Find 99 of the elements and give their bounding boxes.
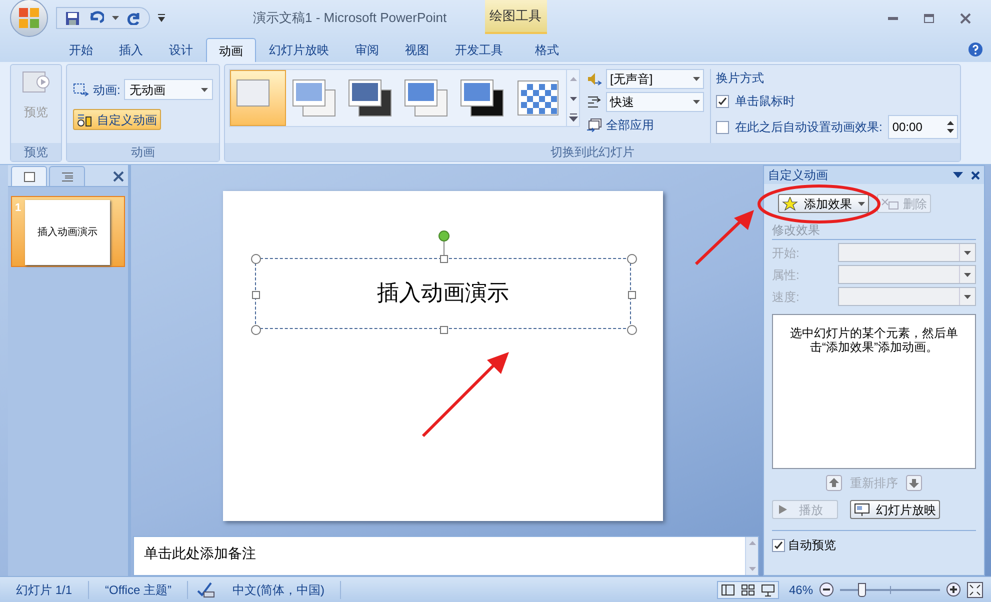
save-icon[interactable] (65, 10, 80, 26)
maximize-icon[interactable] (924, 14, 934, 22)
status-item: 幻灯片 1/1 (0, 580, 90, 598)
apply-all-button[interactable]: 全部应用 (586, 115, 704, 135)
slides-tab[interactable] (11, 166, 47, 186)
ribbon-tab[interactable]: 格式 (522, 38, 572, 62)
ribbon-tab[interactable]: 动画 (206, 38, 256, 62)
slide-show-button[interactable]: 幻灯片放映 (850, 500, 940, 519)
fit-window-icon[interactable] (967, 582, 983, 598)
checkbox-label: 单击鼠标时 (735, 93, 795, 110)
group-label: 动画 (67, 143, 219, 161)
apply-all-icon (586, 118, 602, 132)
animation-label: 动画: (93, 82, 120, 98)
move-up-icon[interactable] (826, 475, 842, 491)
group-label: 预览 (11, 143, 61, 161)
field-label: 属性: (772, 266, 800, 284)
office-button[interactable] (10, 0, 48, 37)
ribbon-tab[interactable]: 审阅 (342, 38, 392, 62)
selection-handles-drawing[interactable] (251, 228, 637, 336)
ribbon-tab[interactable]: 开发工具 (442, 38, 516, 62)
slide-sorter-icon[interactable] (740, 582, 756, 598)
dropdown-arrow-icon (858, 202, 865, 206)
status-item: 中文(简体，中国) (216, 580, 342, 598)
group-label: 切换到此幻灯片 (225, 143, 960, 161)
field-label: 开始: (772, 244, 800, 262)
dropdown-arrow-icon[interactable] (953, 172, 963, 178)
ribbon-tab[interactable]: 幻灯片放映 (256, 38, 342, 62)
undo-icon[interactable] (88, 11, 104, 25)
slide-transition-icon (403, 78, 449, 118)
status-item: “Office 主题” (89, 580, 188, 598)
spell-check-icon[interactable] (196, 582, 216, 598)
slide-show-icon (854, 503, 870, 516)
sound-icon (586, 71, 602, 87)
redo-icon[interactable] (127, 11, 141, 25)
zoom-out-icon[interactable] (819, 582, 834, 597)
hint-text: 选中幻灯片的某个元素，然后单击“添加效果”添加动画。 (789, 326, 959, 354)
custom-animation-button[interactable]: 自定义动画 (73, 109, 161, 130)
speed-icon (586, 94, 602, 110)
minimize-icon[interactable] (888, 16, 898, 20)
dropdown-arrow-icon (693, 77, 700, 81)
advance-slide-heading: 换片方式 (716, 70, 765, 87)
office-logo-icon (18, 7, 40, 29)
animation-dropdown[interactable]: 无动画 (124, 79, 213, 100)
sound-dropdown[interactable]: [无声音] (606, 69, 704, 89)
auto-preview-checkbox[interactable] (772, 538, 785, 552)
dropdown-arrow-icon (964, 272, 971, 276)
time-spinner[interactable]: 00:00 (888, 115, 958, 139)
slide-preview-text: 插入动画演示 (38, 226, 98, 240)
spinner-arrows-icon (947, 121, 954, 133)
reorder-label: 重新排序 (850, 475, 898, 492)
customize-toolbar-icon[interactable] (158, 14, 165, 22)
remove-icon (881, 198, 899, 210)
help-icon[interactable] (968, 42, 983, 57)
speed-dropdown[interactable]: 快速 (606, 92, 704, 112)
arrow-drawing (694, 208, 756, 266)
outline-tab[interactable] (49, 166, 85, 186)
section-heading: 修改效果 (772, 221, 976, 240)
animation-icon (73, 82, 89, 96)
zoom-slider[interactable] (840, 582, 940, 598)
zoom-percent: 46% (788, 582, 813, 598)
play-icon (779, 505, 787, 514)
auto-advance-checkbox[interactable] (716, 120, 729, 134)
slide-transition-icon (347, 78, 393, 118)
window-title: 演示文稿1 - Microsoft PowerPoint (253, 9, 447, 28)
move-down-icon[interactable] (906, 475, 922, 491)
slide-show-view-icon[interactable] (760, 582, 776, 598)
checkbox-label: 自动预览 (788, 537, 836, 554)
dropdown-arrow-icon (964, 294, 971, 298)
animation-list[interactable]: 选中幻灯片的某个元素，然后单击“添加效果”添加动画。 (772, 314, 976, 469)
checkbox-label: 在此之后自动设置动画效果: (735, 119, 882, 136)
outline-icon (62, 172, 72, 182)
custom-animation-icon (77, 112, 93, 126)
dropdown-arrow-icon (112, 16, 119, 20)
ribbon-tab[interactable]: 设计 (156, 38, 206, 62)
ribbon-tab[interactable]: 开始 (56, 38, 106, 62)
slide-number: 1 (15, 201, 22, 216)
slide-icon (24, 172, 34, 182)
dropdown-arrow-icon (201, 88, 208, 92)
dropdown-arrow-icon (964, 250, 971, 254)
on-click-checkbox[interactable] (716, 94, 729, 108)
close-icon[interactable] (971, 170, 980, 180)
checker-transition-icon (517, 80, 559, 116)
ribbon-tab[interactable]: 视图 (392, 38, 442, 62)
close-icon[interactable] (113, 171, 124, 182)
dropdown-arrow-icon (693, 100, 700, 104)
zoom-in-icon[interactable] (946, 582, 961, 597)
ribbon-tab[interactable]: 插入 (106, 38, 156, 62)
close-icon[interactable] (960, 12, 971, 24)
context-tab-group: 绘图工具 (484, 0, 547, 34)
slide-title[interactable]: 插入动画演示 (377, 276, 509, 310)
field-label: 速度: (772, 288, 800, 306)
add-effect-button[interactable]: 添加效果 (778, 194, 869, 213)
zoom-thumb[interactable] (858, 582, 866, 596)
slide-thumbnail[interactable]: 1 插入动画演示 (11, 196, 125, 267)
slide-transition-icon (459, 78, 505, 118)
normal-view-icon[interactable] (720, 582, 736, 598)
task-pane-title: 自定义动画 (768, 167, 828, 184)
star-icon (782, 196, 798, 210)
slide-transition-icon (291, 78, 337, 118)
